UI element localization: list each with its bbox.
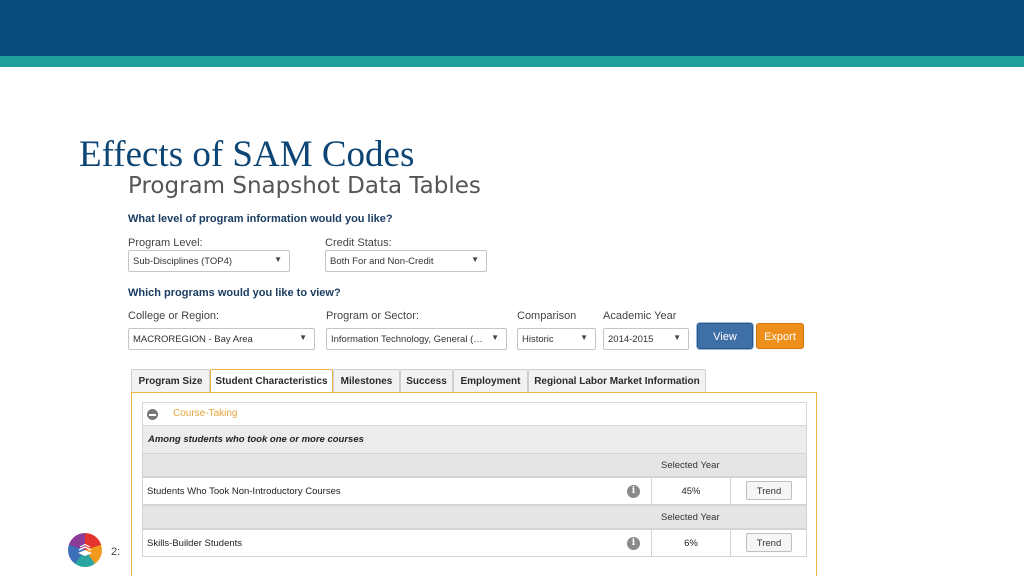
credit-status-select[interactable]: Both For and Non-Credit ▼ [325,250,487,272]
export-button[interactable]: Export [756,323,804,349]
academic-year-select[interactable]: 2014-2015 ▼ [603,328,689,350]
college-region-select[interactable]: MACROREGION - Bay Area ▼ [128,328,315,350]
selected-year-header: Selected Year [661,512,720,523]
programs-question: Which programs would you like to view? [128,287,341,299]
book-icon [78,543,92,556]
table-header-row: Selected Year [142,453,807,477]
table-row: Skills-Builder Students i 6% Trend [142,529,807,557]
info-icon[interactable]: i [627,485,640,498]
accent-band [0,56,1024,67]
chevron-down-icon: ▼ [274,255,282,264]
info-icon[interactable]: i [627,537,640,550]
tab-regional-labor-market[interactable]: Regional Labor Market Information [528,369,706,393]
tab-success[interactable]: Success [400,369,453,393]
tab-employment[interactable]: Employment [453,369,528,393]
college-region-label: College or Region: [128,310,220,322]
program-level-label: Program Level: [128,237,203,249]
academic-year-label: Academic Year [603,310,677,322]
metric-value: 6% [684,538,698,549]
section-header[interactable]: Course-Taking [142,402,807,426]
metric-value: 45% [681,486,701,497]
chevron-down-icon: ▼ [673,333,681,342]
section-subheading: Among students who took one or more cour… [142,426,807,453]
comparison-label: Comparison [517,310,577,322]
trend-button[interactable]: Trend [746,481,792,500]
column-divider [730,530,731,556]
section-title: Course-Taking [173,408,238,419]
tab-milestones[interactable]: Milestones [333,369,400,393]
chevron-down-icon: ▼ [471,255,479,264]
view-button[interactable]: View [697,323,753,349]
trend-button[interactable]: Trend [746,533,792,552]
program-info-question: What level of program information would … [128,213,393,225]
org-logo [68,533,102,567]
top-bar [0,0,1024,56]
chevron-down-icon: ▼ [491,333,499,342]
column-divider [730,478,731,504]
metric-name: Students Who Took Non-Introductory Cours… [147,486,341,497]
collapse-icon[interactable] [147,409,158,420]
chevron-down-icon: ▼ [580,333,588,342]
comparison-select[interactable]: Historic ▼ [517,328,596,350]
table-header-row: Selected Year [142,505,807,529]
page-title: Program Snapshot Data Tables [128,173,481,199]
program-level-select[interactable]: Sub-Disciplines (TOP4) ▼ [128,250,290,272]
selected-year-header: Selected Year [661,460,720,471]
tab-student-characteristics[interactable]: Student Characteristics [210,369,333,394]
program-sector-label: Program or Sector: [326,310,419,322]
page-number: 2: [111,546,121,558]
tab-program-size[interactable]: Program Size [131,369,210,393]
metric-name: Skills-Builder Students [147,538,243,549]
program-sector-select[interactable]: Information Technology, General (070... … [326,328,507,350]
credit-status-label: Credit Status: [325,237,392,249]
chevron-down-icon: ▼ [299,333,307,342]
slide-title: Effects of SAM Codes [79,134,415,175]
table-row: Students Who Took Non-Introductory Cours… [142,477,807,505]
